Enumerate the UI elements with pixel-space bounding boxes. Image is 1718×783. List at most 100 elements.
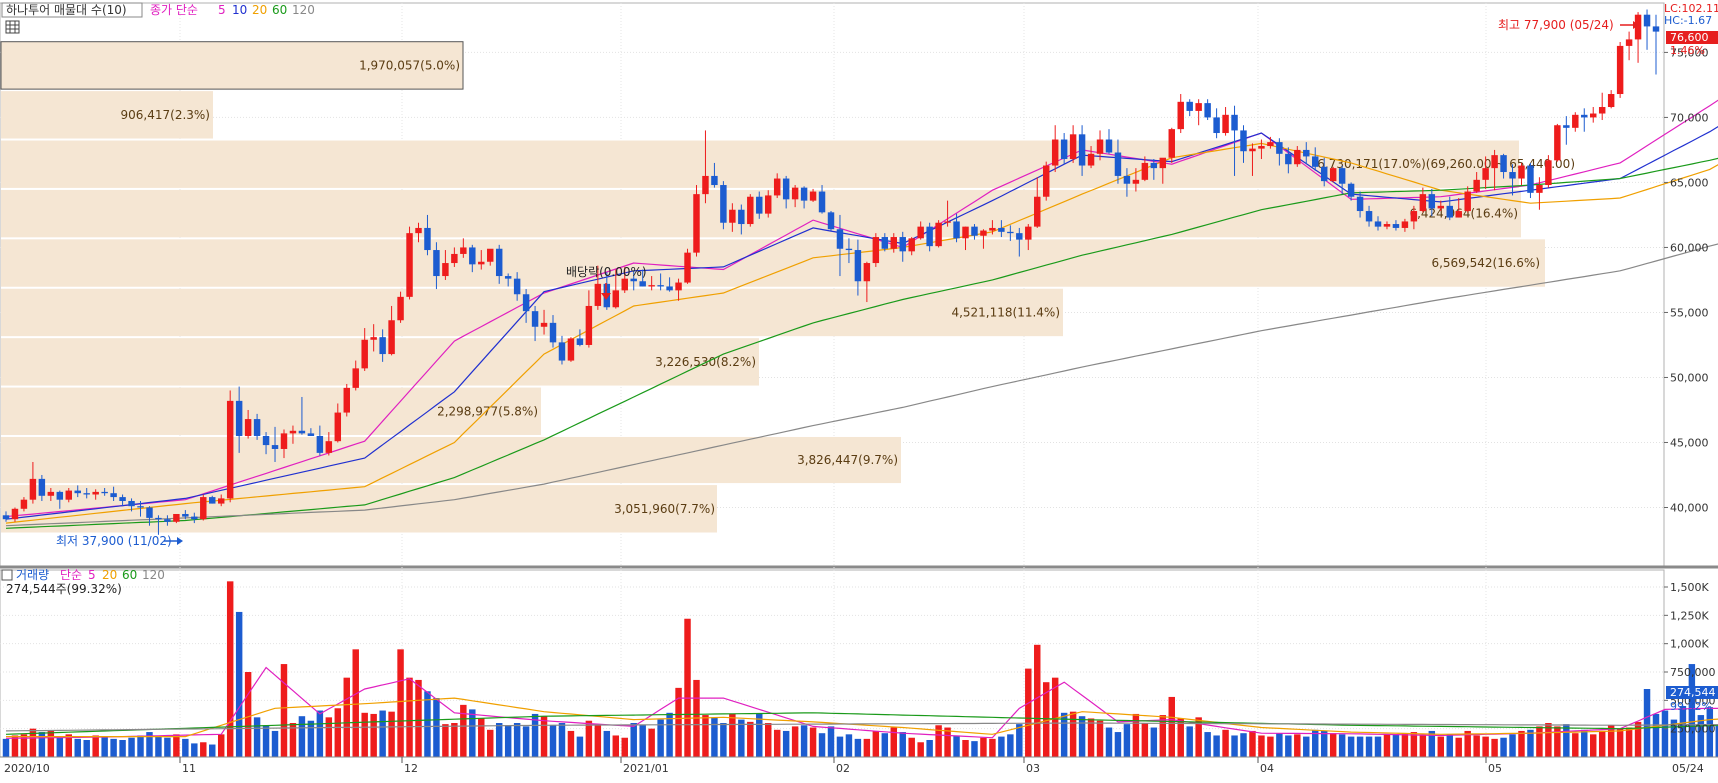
candle-body[interactable] [1338, 168, 1346, 184]
candle-body[interactable] [173, 513, 180, 522]
volume-bar[interactable] [1392, 734, 1400, 757]
volume-bar[interactable] [155, 735, 162, 757]
volume-bar[interactable] [1204, 732, 1211, 757]
volume-bar[interactable] [253, 717, 261, 757]
candle-body[interactable] [899, 237, 906, 252]
candle-body[interactable] [101, 491, 108, 494]
candle-body[interactable] [460, 247, 467, 254]
candle-body[interactable] [451, 253, 458, 264]
candle-body[interactable] [1383, 224, 1391, 227]
candle-body[interactable] [1527, 165, 1534, 193]
candle-body[interactable] [1545, 160, 1552, 186]
volume-bar[interactable] [137, 735, 144, 757]
volume-bar[interactable] [1634, 721, 1642, 757]
candle-body[interactable] [1213, 117, 1220, 134]
candle-body[interactable] [1016, 233, 1023, 240]
volume-bar[interactable] [110, 738, 117, 757]
volume-bar[interactable] [101, 736, 108, 757]
candle-body[interactable] [531, 311, 539, 327]
volume-bar[interactable] [747, 721, 754, 757]
volume-bar[interactable] [558, 723, 566, 757]
volume-bar[interactable] [92, 735, 99, 757]
candle-body[interactable] [271, 445, 279, 449]
volume-bar[interactable] [379, 710, 386, 757]
candle-body[interactable] [675, 282, 682, 291]
volume-bar[interactable] [549, 725, 557, 757]
candle-body[interactable] [1177, 101, 1184, 130]
candle-body[interactable] [630, 278, 637, 282]
candle-body[interactable] [576, 338, 584, 345]
volume-bar[interactable] [182, 738, 189, 757]
volume-bar[interactable] [612, 735, 620, 757]
candle-body[interactable] [621, 278, 628, 291]
volume-bar[interactable] [415, 679, 422, 757]
volume-bar[interactable] [962, 740, 969, 757]
volume-bar[interactable] [1320, 730, 1328, 757]
candle-body[interactable] [773, 178, 781, 196]
volume-bar[interactable] [854, 738, 862, 757]
volume-bar[interactable] [603, 730, 611, 757]
volume-bar[interactable] [1114, 732, 1122, 757]
candle-body[interactable] [917, 226, 924, 239]
volume-bar[interactable] [998, 736, 1005, 757]
volume-bar[interactable] [1536, 726, 1543, 757]
candle-body[interactable] [1132, 179, 1140, 184]
candle-body[interactable] [1374, 221, 1382, 227]
candle-body[interactable] [2, 515, 10, 520]
volume-bar[interactable] [1222, 729, 1229, 757]
volume-bar[interactable] [1096, 720, 1104, 757]
volume-bar[interactable] [1258, 735, 1265, 757]
candle-body[interactable] [38, 478, 46, 496]
candle-body[interactable] [1491, 155, 1498, 169]
candle-body[interactable] [765, 195, 772, 214]
candle-body[interactable] [253, 419, 261, 436]
candle-body[interactable] [1123, 175, 1131, 184]
volume-bar[interactable] [1356, 736, 1364, 757]
candle-body[interactable] [1365, 211, 1373, 222]
candle-body[interactable] [845, 248, 853, 251]
candle-body[interactable] [863, 263, 871, 282]
volume-bar[interactable] [1177, 718, 1184, 757]
candle-body[interactable] [1285, 153, 1292, 165]
candle-body[interactable] [809, 191, 817, 201]
candle-body[interactable] [1437, 205, 1445, 209]
candle-body[interactable] [1482, 168, 1489, 180]
volume-bar[interactable] [262, 725, 270, 757]
volume-bar[interactable] [1482, 736, 1489, 757]
volume-bar[interactable] [191, 743, 198, 757]
candle-body[interactable] [1536, 185, 1543, 193]
candle-body[interactable] [1195, 103, 1202, 111]
volume-bar[interactable] [56, 736, 64, 757]
volume-bar[interactable] [1527, 729, 1534, 757]
candle-body[interactable] [756, 196, 763, 214]
candle-body[interactable] [1007, 231, 1014, 234]
candle-body[interactable] [711, 175, 718, 186]
volume-bar[interactable] [442, 724, 449, 757]
volume-bar[interactable] [666, 712, 673, 757]
candle-body[interactable] [1060, 139, 1068, 160]
candle-body[interactable] [495, 248, 503, 277]
volume-bar[interactable] [881, 733, 889, 757]
candle-body[interactable] [1652, 26, 1660, 32]
volume-bar[interactable] [334, 708, 342, 757]
volume-bar[interactable] [1473, 735, 1480, 757]
candle-body[interactable] [962, 226, 969, 239]
volume-bar[interactable] [352, 649, 359, 757]
volume-bar[interactable] [1554, 726, 1561, 757]
volume-bar[interactable] [1078, 716, 1086, 757]
candle-body[interactable] [1025, 226, 1032, 240]
volume-bar[interactable] [119, 740, 126, 757]
candle-body[interactable] [1320, 166, 1328, 182]
volume-bar[interactable] [1446, 734, 1453, 757]
volume-bar[interactable] [648, 728, 655, 757]
candle-body[interactable] [1051, 139, 1059, 166]
candle-body[interactable] [1105, 139, 1113, 153]
volume-bar[interactable] [504, 725, 512, 757]
candle-body[interactable] [361, 339, 368, 369]
candle-body[interactable] [244, 419, 252, 436]
candle-body[interactable] [504, 276, 512, 279]
candle-body[interactable] [379, 337, 386, 355]
volume-bar[interactable] [540, 716, 548, 757]
candle-body[interactable] [1069, 134, 1077, 160]
volume-bar[interactable] [1518, 730, 1525, 757]
